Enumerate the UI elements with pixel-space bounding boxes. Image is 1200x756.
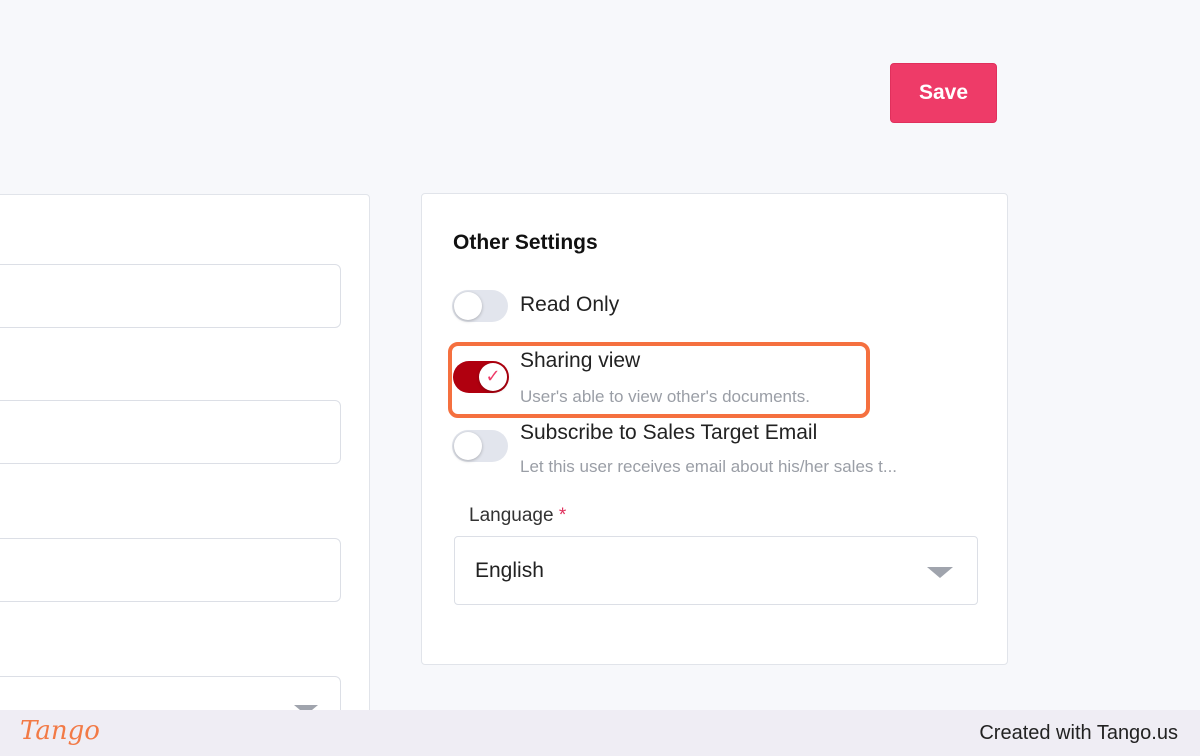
sharing-view-description: User's able to view other's documents.	[520, 387, 810, 406]
subscribe-sales-email-label: Subscribe to Sales Target Email	[520, 421, 818, 444]
sharing-view-toggle[interactable]: ✓	[453, 361, 509, 393]
check-icon: ✓	[485, 366, 501, 387]
read-only-label: Read Only	[520, 293, 620, 316]
toggle-knob	[454, 292, 482, 320]
other-settings-card: Other Settings Read Only ✓ Sharing view …	[421, 193, 1008, 665]
language-selected-value: English	[475, 559, 544, 582]
language-label-text: Language	[469, 505, 554, 526]
left-form-card	[0, 194, 370, 740]
tango-footer: Tango Created with Tango.us	[0, 710, 1200, 756]
required-mark: *	[558, 505, 567, 526]
subscribe-sales-email-toggle[interactable]	[452, 430, 508, 462]
toggle-knob: ✓	[479, 363, 507, 391]
language-select[interactable]: English	[454, 536, 978, 605]
form-input-3[interactable]	[0, 538, 341, 602]
save-button[interactable]: Save	[890, 63, 997, 123]
sharing-view-label: Sharing view	[520, 349, 641, 372]
toggle-knob	[454, 432, 482, 460]
created-with-credit: Created with Tango.us	[979, 722, 1178, 744]
section-title: Other Settings	[453, 231, 598, 254]
form-input-2[interactable]	[0, 400, 341, 464]
read-only-toggle[interactable]	[452, 290, 508, 322]
form-input-1[interactable]	[0, 264, 341, 328]
language-label: Language *	[469, 505, 566, 527]
subscribe-sales-email-description: Let this user receives email about his/h…	[520, 457, 898, 476]
chevron-down-icon	[927, 567, 953, 578]
tango-logo: Tango	[20, 716, 100, 746]
